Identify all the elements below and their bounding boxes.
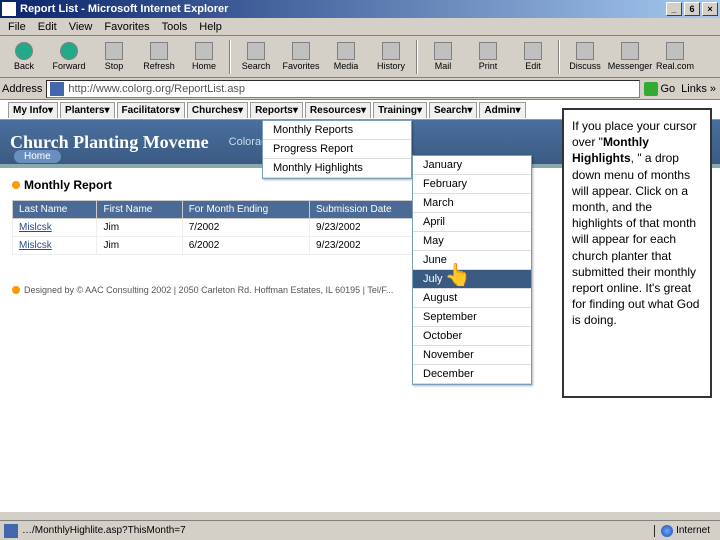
report-table: Last Name First Name For Month Ending Su… xyxy=(12,200,432,255)
address-bar: Address http://www.colorg.org/ReportList… xyxy=(0,78,720,100)
banner-home-button[interactable]: Home xyxy=(14,150,61,163)
links-button[interactable]: Links » xyxy=(679,83,718,95)
tab-facilitators[interactable]: Facilitators▾ xyxy=(117,102,185,118)
statusbar-zone: Internet xyxy=(654,525,716,537)
edit-icon xyxy=(524,42,542,60)
forward-button[interactable]: Forward xyxy=(47,38,91,76)
help-callout: If you place your cursor over "Monthly H… xyxy=(562,108,712,398)
bullet-icon xyxy=(12,286,20,294)
history-button[interactable]: History xyxy=(369,38,413,76)
tab-admin[interactable]: Admin▾ xyxy=(479,102,525,118)
col-month[interactable]: For Month Ending xyxy=(182,201,309,219)
address-value: http://www.colorg.org/ReportList.asp xyxy=(68,83,245,95)
search-icon xyxy=(247,42,265,60)
minimize-button[interactable]: _ xyxy=(666,2,682,16)
messenger-button[interactable]: Messenger xyxy=(608,38,652,76)
media-icon xyxy=(337,42,355,60)
mail-button[interactable]: Mail xyxy=(421,38,465,76)
tab-planters[interactable]: Planters▾ xyxy=(60,102,115,118)
reports-dropdown: Monthly Reports Progress Report Monthly … xyxy=(262,120,412,179)
toolbar-separator xyxy=(558,40,560,74)
tab-resources[interactable]: Resources▾ xyxy=(305,102,371,118)
dd-month-february[interactable]: February xyxy=(413,175,531,194)
favicon-icon xyxy=(50,82,64,96)
media-button[interactable]: Media xyxy=(324,38,368,76)
menu-view[interactable]: View xyxy=(63,21,99,33)
toolbar: Back Forward Stop Refresh Home Search Fa… xyxy=(0,36,720,78)
globe-icon xyxy=(661,525,673,537)
back-icon xyxy=(15,42,33,60)
dd-month-january[interactable]: January xyxy=(413,156,531,175)
menu-file[interactable]: File xyxy=(2,21,32,33)
months-dropdown: January February March April May June Ju… xyxy=(412,155,532,385)
col-firstname[interactable]: First Name xyxy=(97,201,182,219)
window-titlebar: Report List - Microsoft Internet Explore… xyxy=(0,0,720,18)
messenger-icon xyxy=(621,42,639,60)
tab-training[interactable]: Training▾ xyxy=(373,102,427,118)
toolbar-separator xyxy=(416,40,418,74)
refresh-button[interactable]: Refresh xyxy=(137,38,181,76)
home-button[interactable]: Home xyxy=(182,38,226,76)
search-button[interactable]: Search xyxy=(234,38,278,76)
tab-reports[interactable]: Reports▾ xyxy=(250,102,303,118)
realcom-icon xyxy=(666,42,684,60)
discuss-button[interactable]: Discuss xyxy=(563,38,607,76)
dd-month-june[interactable]: June xyxy=(413,251,531,270)
dd-item-progressreport[interactable]: Progress Report xyxy=(263,140,411,159)
menu-favorites[interactable]: Favorites xyxy=(98,21,155,33)
tab-search[interactable]: Search▾ xyxy=(429,102,477,118)
dd-month-october[interactable]: October xyxy=(413,327,531,346)
status-bar: …/MonthlyHighlite.asp?ThisMonth=7 Intern… xyxy=(0,520,720,540)
dd-month-april[interactable]: April xyxy=(413,213,531,232)
table-row: Mislcsk Jim 7/2002 9/23/2002 xyxy=(13,219,432,237)
link-lastname[interactable]: Mislcsk xyxy=(19,222,52,233)
menu-tools[interactable]: Tools xyxy=(156,21,194,33)
table-row: Mislcsk Jim 6/2002 9/23/2002 xyxy=(13,237,432,255)
maximize-button[interactable]: 6 xyxy=(684,2,700,16)
dd-month-march[interactable]: March xyxy=(413,194,531,213)
address-label: Address xyxy=(2,83,42,95)
dd-month-july[interactable]: July xyxy=(413,270,531,289)
refresh-icon xyxy=(150,42,168,60)
forward-icon xyxy=(60,42,78,60)
window-title: Report List - Microsoft Internet Explore… xyxy=(20,3,666,15)
dd-item-monthlyreports[interactable]: Monthly Reports xyxy=(263,121,411,140)
link-lastname[interactable]: Mislcsk xyxy=(19,240,52,251)
dd-month-august[interactable]: August xyxy=(413,289,531,308)
dd-month-september[interactable]: September xyxy=(413,308,531,327)
realcom-button[interactable]: Real.com xyxy=(653,38,697,76)
go-icon xyxy=(644,82,658,96)
close-button[interactable]: × xyxy=(702,2,718,16)
stop-button[interactable]: Stop xyxy=(92,38,136,76)
statusbar-icon xyxy=(4,524,18,538)
mail-icon xyxy=(434,42,452,60)
tab-churches[interactable]: Churches▾ xyxy=(187,102,248,118)
dd-month-may[interactable]: May xyxy=(413,232,531,251)
menu-edit[interactable]: Edit xyxy=(32,21,63,33)
bullet-icon xyxy=(12,181,20,189)
edit-button[interactable]: Edit xyxy=(511,38,555,76)
tab-myinfo[interactable]: My Info▾ xyxy=(8,102,58,118)
print-button[interactable]: Print xyxy=(466,38,510,76)
statusbar-text: …/MonthlyHighlite.asp?ThisMonth=7 xyxy=(22,525,654,536)
dd-month-november[interactable]: November xyxy=(413,346,531,365)
home-icon xyxy=(195,42,213,60)
dd-item-monthlyhighlights[interactable]: Monthly Highlights xyxy=(263,159,411,178)
print-icon xyxy=(479,42,497,60)
stop-icon xyxy=(105,42,123,60)
col-lastname[interactable]: Last Name xyxy=(13,201,97,219)
back-button[interactable]: Back xyxy=(2,38,46,76)
menubar: File Edit View Favorites Tools Help xyxy=(0,18,720,36)
go-button[interactable]: Go xyxy=(644,82,675,96)
address-input[interactable]: http://www.colorg.org/ReportList.asp xyxy=(46,80,640,98)
favorites-icon xyxy=(292,42,310,60)
ie-icon xyxy=(2,2,16,16)
favorites-button[interactable]: Favorites xyxy=(279,38,323,76)
dd-month-december[interactable]: December xyxy=(413,365,531,384)
discuss-icon xyxy=(576,42,594,60)
menu-help[interactable]: Help xyxy=(193,21,228,33)
table-header-row: Last Name First Name For Month Ending Su… xyxy=(13,201,432,219)
toolbar-separator xyxy=(229,40,231,74)
history-icon xyxy=(382,42,400,60)
